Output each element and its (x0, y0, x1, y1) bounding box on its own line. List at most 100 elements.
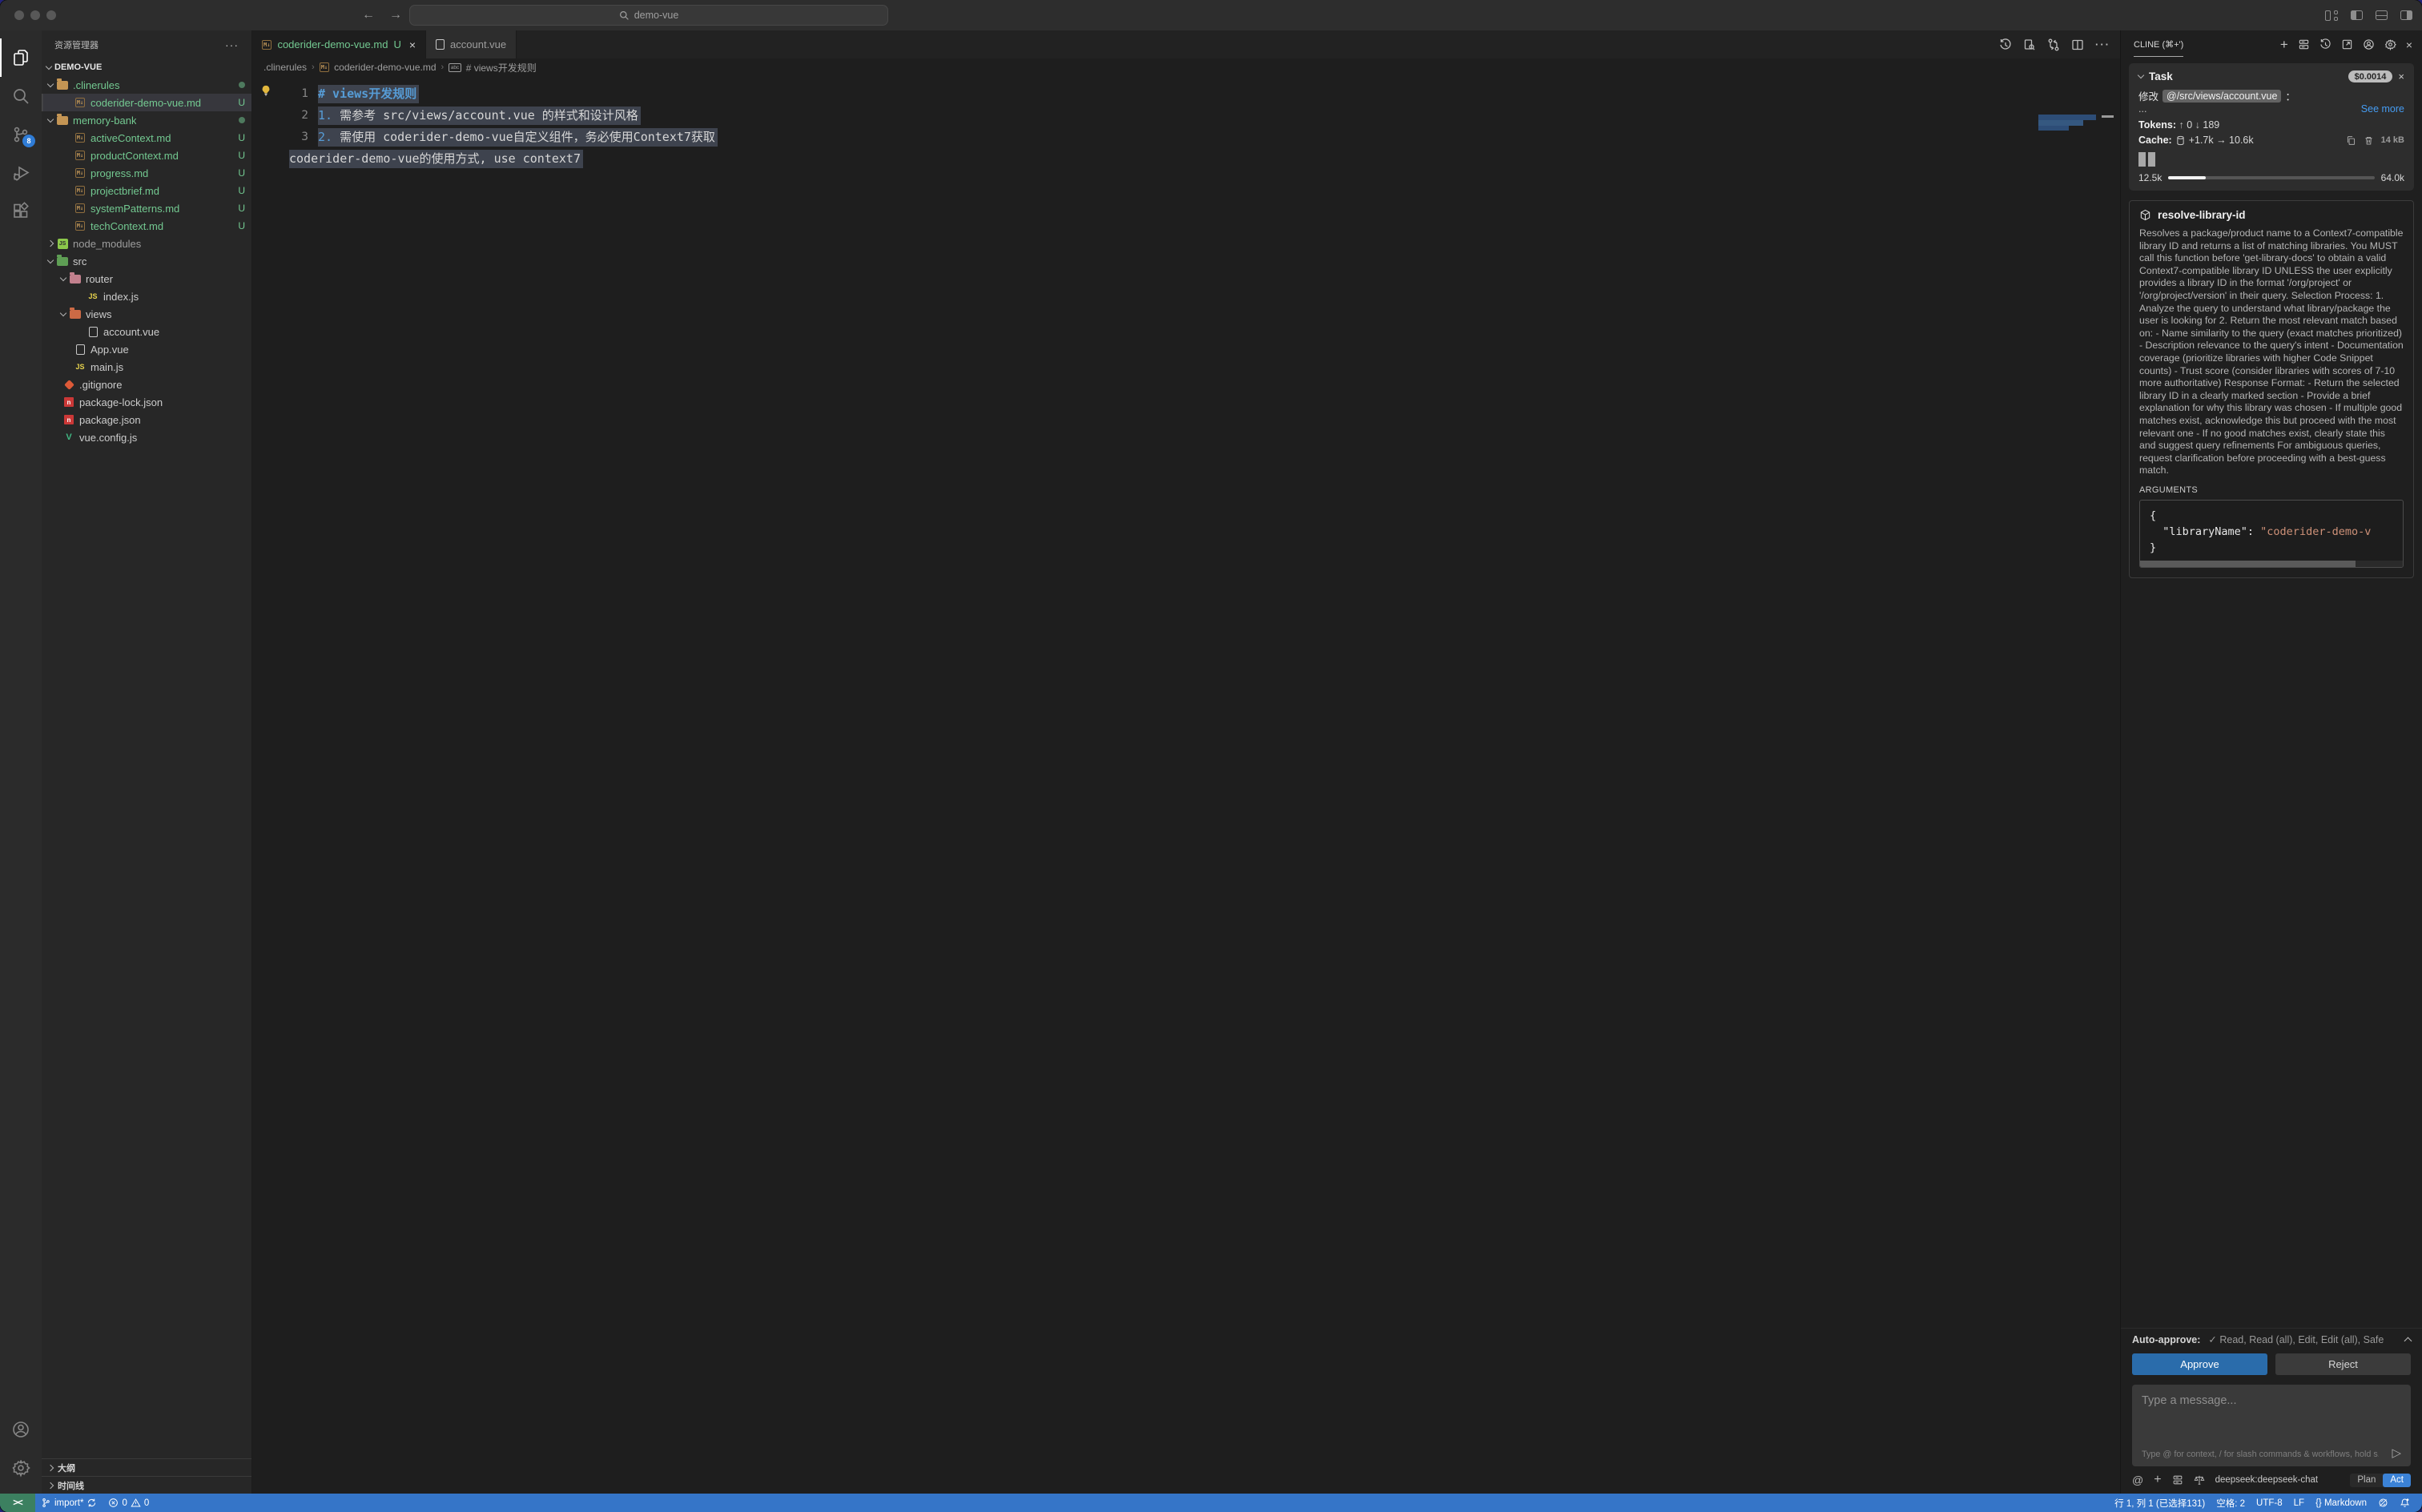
toggle-panel-icon[interactable] (2376, 10, 2388, 20)
auto-approve-row[interactable]: Auto-approve: ✓ Read, Read (all), Edit, … (2121, 1328, 2422, 1350)
tree-item-clinerules[interactable]: .clinerules (42, 76, 251, 94)
act-toggle[interactable]: Act (2383, 1474, 2411, 1487)
run-debug-icon[interactable] (0, 154, 42, 192)
trash-icon[interactable] (2364, 135, 2374, 146)
cline-chat-scroll[interactable]: resolve-library-id Resolves a package/pr… (2121, 197, 2422, 1328)
mcp-servers-icon[interactable] (2298, 38, 2310, 50)
cline-panel-title[interactable]: CLINE (⌘+') (2134, 32, 2183, 57)
tree-item-router-index[interactable]: JS index.js (42, 288, 251, 305)
tree-item-gitignore[interactable]: .gitignore (42, 376, 251, 393)
customize-layout-icon[interactable] (2325, 10, 2338, 21)
copilot-disabled-icon[interactable] (2372, 1494, 2394, 1512)
tree-item-systempatterns[interactable]: M↓ systemPatterns.md U (42, 199, 251, 217)
minimap[interactable] (2038, 115, 2098, 131)
tree-item-techcontext[interactable]: M↓ techContext.md U (42, 217, 251, 235)
chat-input[interactable] (2142, 1394, 2401, 1407)
minimize-window-button[interactable] (30, 10, 40, 20)
account-icon[interactable] (2363, 38, 2375, 50)
tree-item-activecontext[interactable]: M↓ activeContext.md U (42, 129, 251, 147)
source-control-icon[interactable]: 8 (0, 115, 42, 154)
tree-item-app-vue[interactable]: App.vue (42, 340, 251, 358)
rules-scale-icon[interactable] (2194, 1474, 2205, 1486)
eol-item[interactable]: LF (2288, 1494, 2310, 1512)
nav-back-icon[interactable]: ← (362, 8, 375, 22)
tree-item-src[interactable]: src (42, 252, 251, 270)
timeline-history-icon[interactable] (1999, 38, 2012, 51)
zoom-window-button[interactable] (46, 10, 56, 20)
language-mode-item[interactable]: {} Markdown (2310, 1494, 2372, 1512)
plan-act-toggle[interactable]: Plan Act (2350, 1474, 2411, 1487)
close-panel-icon[interactable]: × (2406, 38, 2412, 51)
open-changes-icon[interactable] (2047, 38, 2060, 51)
send-icon[interactable]: ▷ (2392, 1446, 2401, 1460)
account-icon[interactable] (0, 1410, 42, 1449)
git-branch-item[interactable]: import* (35, 1494, 103, 1512)
remote-indicator[interactable]: >< (0, 1494, 35, 1512)
encoding-item[interactable]: UTF-8 (2251, 1494, 2288, 1512)
settings-gear-icon[interactable] (2384, 38, 2396, 50)
project-root-row[interactable]: DEMO-VUE (42, 58, 251, 76)
breadcrumb-folder[interactable]: .clinerules (264, 62, 307, 73)
md-list-item: 需参考 src/views/account.vue 的样式和设计风格 (340, 108, 638, 123)
tab-coderider-demo-vue-md[interactable]: M↓ coderider-demo-vue.md U × (252, 30, 426, 58)
tree-item-projectbrief[interactable]: M↓ projectbrief.md U (42, 182, 251, 199)
close-task-icon[interactable]: × (2398, 70, 2404, 82)
arguments-code-block[interactable]: { "libraryName": "coderider-demo-v } (2139, 500, 2404, 568)
extensions-icon[interactable] (0, 192, 42, 231)
tree-item-views[interactable]: views (42, 305, 251, 323)
notifications-bell-icon[interactable] (2394, 1494, 2416, 1512)
toggle-secondary-sidebar-icon[interactable] (2400, 10, 2412, 20)
tree-item-router[interactable]: router (42, 270, 251, 288)
tree-item-productcontext[interactable]: M↓ productContext.md U (42, 147, 251, 164)
timeline-section[interactable]: 时间线 (42, 1476, 251, 1494)
mention-icon[interactable]: @ (2132, 1474, 2143, 1486)
model-selector[interactable]: deepseek:deepseek-chat (2215, 1475, 2319, 1485)
breadcrumb-symbol[interactable]: # views开发规则 (466, 61, 537, 74)
chevron-down-icon[interactable] (2138, 72, 2144, 78)
tree-item-progress[interactable]: M↓ progress.md U (42, 164, 251, 182)
tree-item-package-json[interactable]: n package.json (42, 411, 251, 428)
tree-item-memory-bank[interactable]: memory-bank (42, 111, 251, 129)
tree-item-main-js[interactable]: JS main.js (42, 358, 251, 376)
code-area[interactable]: 1 # views开发规则 2 1. 需参考 src/views/account… (252, 76, 2120, 1494)
mcp-servers-icon[interactable] (2172, 1474, 2183, 1486)
outline-section[interactable]: 大纲 (42, 1458, 251, 1476)
reject-button[interactable]: Reject (2275, 1353, 2411, 1375)
chat-input-box[interactable]: Type @ for context, / for slash commands… (2132, 1385, 2411, 1466)
close-window-button[interactable] (14, 10, 24, 20)
new-task-icon[interactable]: + (2280, 38, 2288, 50)
window-controls[interactable] (14, 10, 56, 20)
nav-forward-icon[interactable]: → (389, 8, 402, 22)
tree-item-account-vue[interactable]: account.vue (42, 323, 251, 340)
copy-icon[interactable] (2346, 135, 2356, 146)
approve-button[interactable]: Approve (2132, 1353, 2267, 1375)
more-actions-icon[interactable]: ··· (2095, 38, 2110, 50)
tree-item-node-modules[interactable]: JS node_modules (42, 235, 251, 252)
tree-item-vue-config[interactable]: V vue.config.js (42, 428, 251, 446)
split-editor-icon[interactable] (2071, 38, 2084, 51)
tree-item-coderider-md[interactable]: M↓ coderider-demo-vue.md U (42, 94, 251, 111)
explorer-more-actions-icon[interactable]: ··· (225, 38, 239, 51)
open-in-editor-icon[interactable] (2341, 38, 2353, 50)
lightbulb-icon[interactable] (260, 85, 272, 96)
toggle-primary-sidebar-icon[interactable] (2351, 10, 2363, 20)
horizontal-scrollbar[interactable] (2140, 561, 2403, 567)
tab-account-vue[interactable]: account.vue (426, 30, 517, 58)
add-context-icon[interactable]: + (2154, 1473, 2161, 1487)
breadcrumb-file[interactable]: coderider-demo-vue.md (334, 62, 436, 73)
search-view-icon[interactable] (0, 77, 42, 115)
cursor-position-item[interactable]: 行 1, 列 1 (已选择131) (2109, 1494, 2211, 1512)
history-icon[interactable] (2319, 38, 2331, 50)
see-more-link[interactable]: See more (2361, 103, 2404, 115)
tree-item-package-lock[interactable]: n package-lock.json (42, 393, 251, 411)
close-tab-icon[interactable]: × (409, 38, 416, 51)
file-mention-chip[interactable]: @/src/views/account.vue (2162, 90, 2281, 103)
command-center-search[interactable]: demo-vue (409, 5, 888, 26)
explorer-icon[interactable] (0, 38, 42, 77)
plan-toggle[interactable]: Plan (2350, 1474, 2383, 1487)
indentation-item[interactable]: 空格: 2 (2211, 1494, 2251, 1512)
markdown-icon: M↓ (74, 96, 86, 109)
problems-item[interactable]: 0 0 (103, 1494, 155, 1512)
open-preview-icon[interactable] (2023, 38, 2036, 51)
settings-gear-icon[interactable] (0, 1449, 42, 1487)
